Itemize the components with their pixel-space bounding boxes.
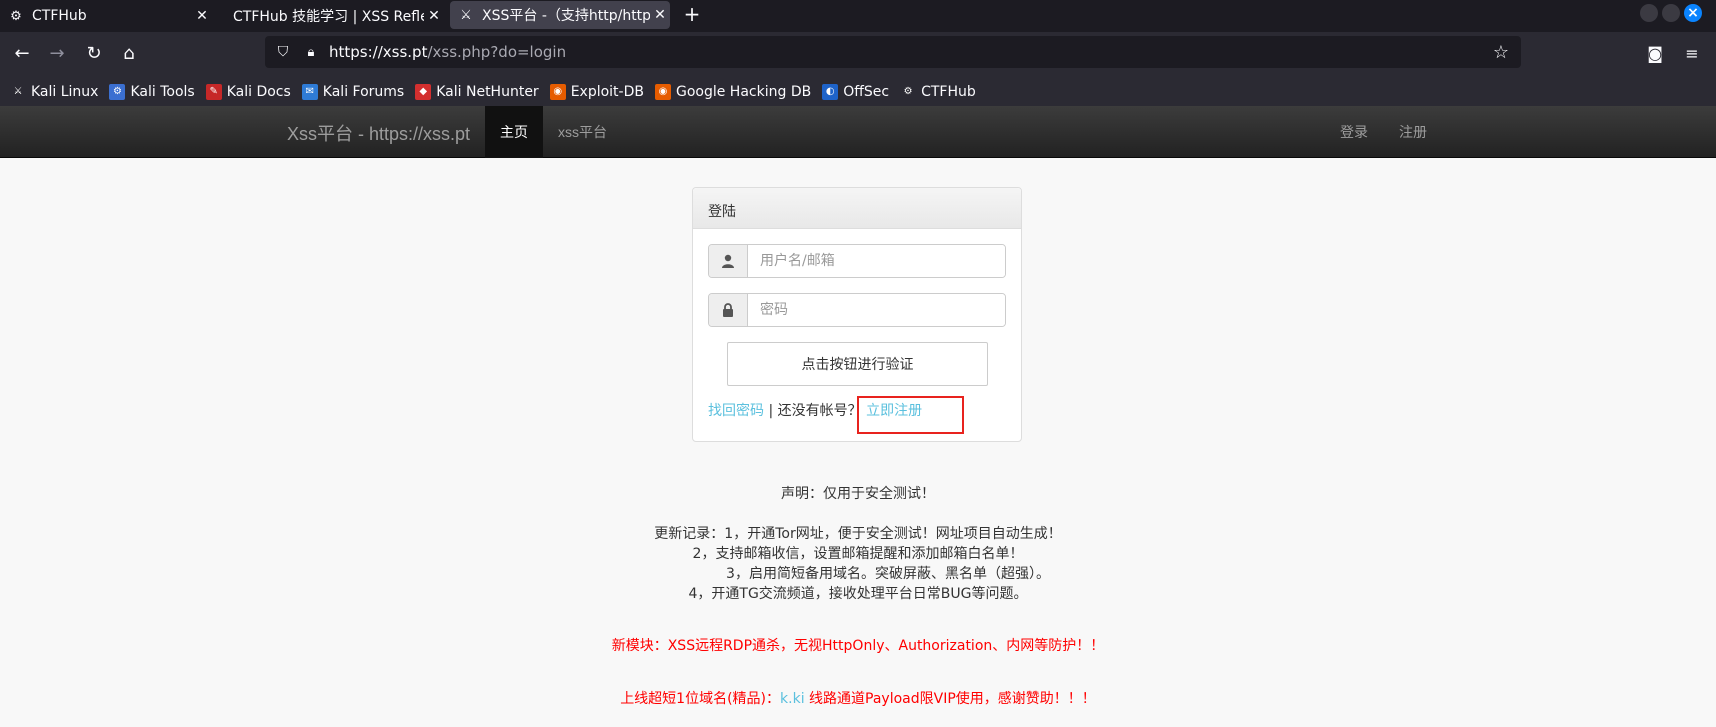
kali-docs-icon: ✎ [205,83,222,100]
domain-link[interactable]: k.ki [780,691,805,707]
bookmark-google-hacking-db[interactable]: ◉ Google Hacking DB [654,83,811,100]
site-navbar: Xss平台 - https://xss.pt 主页 xss平台 登录 注册 [0,106,1716,158]
close-icon[interactable]: ✕ [424,8,444,24]
nav-xss-platform[interactable]: xss平台 [543,106,622,158]
tab-xss-platform[interactable]: ⚔ XSS平台 -（支持http/http ✕ [450,1,670,29]
bookmark-kali-linux[interactable]: ⚔ Kali Linux [10,83,98,100]
close-icon[interactable]: ✕ [650,7,670,23]
update-line-1: 更新记录：1，开通Tor网址，便于安全测试！网址项目自动生成！ [654,526,1062,542]
close-icon[interactable]: ✕ [192,8,212,24]
bookmark-offsec[interactable]: ◐ OffSec [822,83,889,100]
url-bar[interactable]: ⛉ 🔒︎ https://xss.pt/xss.php?do=login ☆ [265,36,1521,68]
menu-icon[interactable]: ≡ [1680,42,1704,66]
maximize-button[interactable] [1662,4,1680,22]
tab-ctfhub[interactable]: ⚙ CTFHub ✕ [0,0,212,32]
declaration-text: 声明：仅用于安全测试！ [781,486,935,502]
bookmark-kali-nethunter[interactable]: ◆ Kali NetHunter [415,83,539,100]
update-line-2: 2，支持邮箱收信，设置邮箱提醒和添加邮箱白名单！ [692,546,1024,562]
new-module-notice: 新模块：XSS远程RDP通杀，无视HttpOnly、Authorization、… [611,638,1105,654]
username-group [708,244,1006,278]
kali-icon: ⚔ [460,7,472,23]
kali-icon: ⚔ [10,83,26,100]
bookmark-kali-forums[interactable]: ✉ Kali Forums [301,83,404,100]
bookmark-ctfhub[interactable]: ⚙ CTFHub [900,83,976,100]
user-icon [709,245,748,277]
forgot-password-link[interactable]: 找回密码 [708,403,764,419]
tab-title: XSS平台 -（支持http/http [482,8,650,24]
minimize-button[interactable] [1640,4,1658,22]
kali-tools-icon: ⚙ [109,83,126,100]
update-line-3: 3，启用简短备用域名。突破屏蔽、黑名单（超强）。 [726,566,1050,582]
username-input[interactable] [748,245,1005,277]
forward-icon[interactable]: → [45,42,69,66]
back-icon[interactable]: ← [10,42,34,66]
update-line-4: 4，开通TG交流频道，接收处理平台日常BUG等问题。 [688,586,1028,602]
lock-icon [709,294,748,326]
home-icon[interactable]: ⌂ [117,42,141,66]
domain-notice: 上线超短1位域名(精品)：k.ki 线路通道Payload限VIP使用，感谢赞助… [620,691,1096,707]
no-account-text: | 还没有帐号？ [764,403,862,419]
new-tab-button[interactable]: + [680,0,704,30]
site-brand[interactable]: Xss平台 - https://xss.pt [287,120,470,146]
nav-toolbar: ← → ↻ ⌂ ⛉ 🔒︎ https://xss.pt/xss.php?do=l… [0,32,1716,77]
bookmark-kali-tools[interactable]: ⚙ Kali Tools [109,83,195,100]
tab-bar: ⚙ CTFHub ✕ CTFHub 技能学习 | XSS Reflec ✕ ⚔ … [0,0,1716,32]
shield-icon[interactable]: ⛉ [273,44,293,60]
kali-forums-icon: ✉ [301,83,318,100]
offsec-icon: ◐ [822,83,839,100]
verify-button[interactable]: 点击按钮进行验证 [727,342,988,386]
bookmark-kali-docs[interactable]: ✎ Kali Docs [205,83,291,100]
bookmark-star-icon[interactable]: ☆ [1489,42,1513,63]
nav-home[interactable]: 主页 [485,106,543,158]
nethunter-icon: ◆ [415,83,432,100]
bookmark-exploit-db[interactable]: ◉ Exploit-DB [549,83,644,100]
ctfhub-icon: ⚙ [900,83,917,100]
ghdb-icon: ◉ [654,83,671,100]
pocket-icon[interactable]: ◙ [1643,42,1667,66]
bookmarks-toolbar: ⚔ Kali Linux ⚙ Kali Tools ✎ Kali Docs ✉ Kali… [0,77,1716,106]
reload-icon[interactable]: ↻ [82,42,106,66]
tab-title: CTFHub 技能学习 | XSS Reflec [233,9,424,25]
tab-ctfhub-skills[interactable]: CTFHub 技能学习 | XSS Reflec ✕ [224,0,444,32]
password-input[interactable] [748,294,1005,326]
ctfhub-icon: ⚙ [10,8,22,24]
exploit-db-icon: ◉ [549,83,566,100]
lock-icon[interactable]: 🔒︎ [301,45,321,60]
window-close-button[interactable]: × [1684,4,1702,22]
url-text[interactable]: https://xss.pt/xss.php?do=login [329,43,1489,61]
highlight-box [857,396,964,434]
password-group [708,293,1006,327]
tab-title: CTFHub [32,8,87,24]
nav-login[interactable]: 登录 [1325,106,1383,158]
nav-register[interactable]: 注册 [1384,106,1442,158]
login-heading: 登陆 [693,188,1021,229]
